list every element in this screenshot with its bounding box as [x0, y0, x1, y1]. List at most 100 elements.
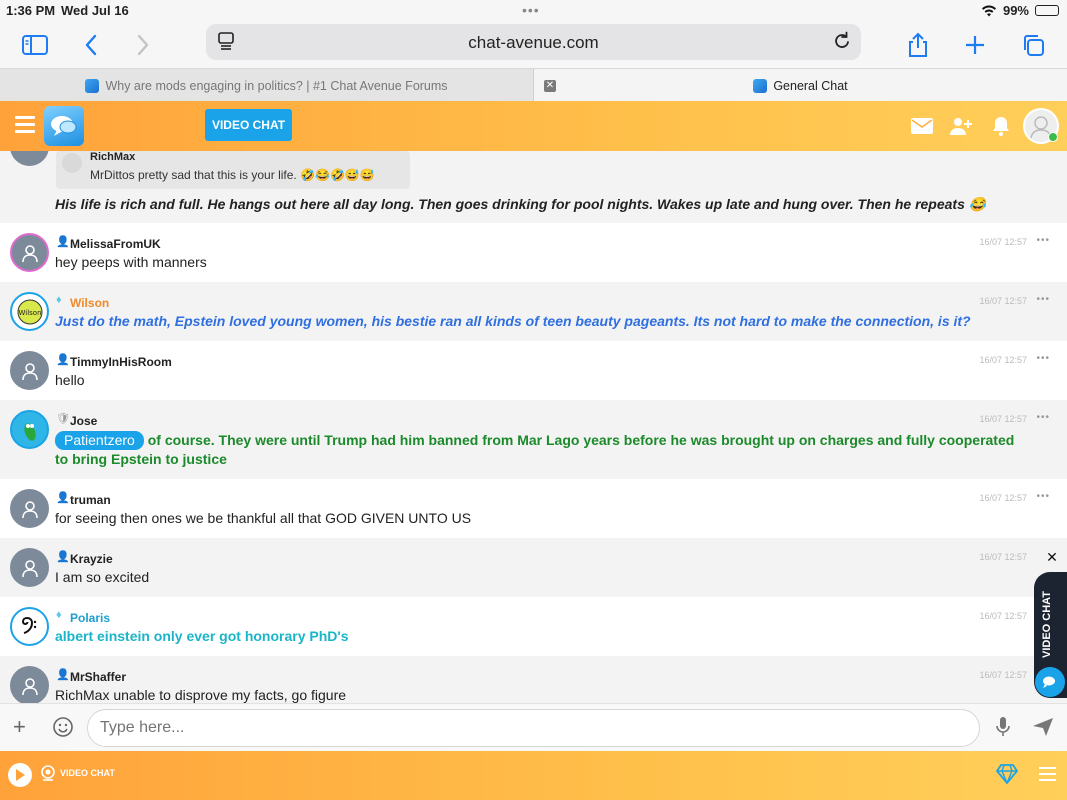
multitask-dots-icon[interactable]: •••	[522, 2, 540, 18]
more-options-icon[interactable]: •••	[1036, 491, 1050, 502]
sidebar-icon[interactable]	[20, 30, 50, 60]
user-avatar[interactable]	[1023, 108, 1059, 144]
address-bar[interactable]: chat-avenue.com	[206, 24, 861, 60]
bottom-video-chat-label: VIDEO CHAT	[60, 768, 115, 778]
status-right: 99%	[981, 3, 1059, 18]
chat-message: RichMax MrDittos pretty sad that this is…	[0, 151, 1067, 223]
close-video-tab-icon[interactable]: ✕	[1044, 549, 1060, 565]
wifi-icon	[981, 5, 996, 17]
tabs-overview-icon[interactable]	[1018, 30, 1048, 60]
user-rank-icon: 👤	[56, 492, 70, 504]
user-avatar[interactable]: Wilson	[10, 292, 49, 331]
user-avatar[interactable]	[10, 151, 49, 166]
online-status-icon	[1048, 132, 1058, 142]
quote-text: MrDittos pretty sad that this is your li…	[90, 168, 375, 182]
video-chat-side-tab[interactable]: VIDEO CHAT	[1034, 572, 1067, 698]
user-avatar[interactable]	[10, 410, 49, 449]
message-input[interactable]	[87, 709, 980, 747]
quote-username: RichMax	[90, 151, 136, 163]
user-avatar[interactable]	[10, 233, 49, 272]
video-chat-button[interactable]: VIDEO CHAT	[205, 109, 292, 141]
reload-icon[interactable]	[833, 31, 851, 56]
svg-text:Wilson: Wilson	[18, 309, 41, 317]
message-time: 16/07 12:57	[979, 414, 1027, 424]
message-text: His life is rich and full. He hangs out …	[55, 196, 987, 212]
mention-tag[interactable]: Patientzero	[55, 431, 144, 450]
message-time: 16/07 12:57	[979, 493, 1027, 503]
status-time: 1:36 PM	[6, 3, 56, 18]
more-options-icon[interactable]: •••	[1036, 353, 1050, 364]
reply-quote: RichMax MrDittos pretty sad that this is…	[56, 151, 410, 189]
user-rank-icon: 👤	[56, 551, 70, 563]
attach-plus-icon[interactable]: +	[13, 716, 26, 738]
webcam-icon	[41, 765, 55, 781]
close-tab-icon[interactable]: ✕	[544, 80, 556, 92]
message-time: 16/07 12:57	[979, 237, 1027, 247]
user-avatar[interactable]	[10, 489, 49, 528]
emoji-icon[interactable]	[52, 716, 74, 743]
play-icon[interactable]	[8, 763, 32, 787]
message-time: 16/07 12:57	[979, 611, 1027, 621]
menu-icon[interactable]	[15, 116, 35, 137]
bottom-bar: VIDEO CHAT	[0, 751, 1067, 800]
quote-avatar	[62, 153, 82, 173]
add-friend-icon[interactable]	[949, 115, 973, 137]
message-time: 16/07 12:57	[979, 296, 1027, 306]
more-options-icon[interactable]: •••	[1036, 294, 1050, 305]
user-avatar[interactable]	[10, 351, 49, 390]
username[interactable]: Krayzie	[70, 552, 113, 566]
message-time: 16/07 12:57	[979, 552, 1027, 562]
username[interactable]: Wilson	[70, 296, 109, 310]
message-time: 16/07 12:57	[979, 670, 1027, 680]
site-header: VIDEO CHAT	[0, 101, 1067, 151]
user-avatar[interactable]	[10, 666, 49, 703]
chat-message: 🛡 Jose 16/07 12:57 ••• Patientzero of co…	[0, 400, 1067, 479]
chat-message: 👤 Krayzie 16/07 12:57 I am so excited	[0, 538, 1067, 597]
tab-forums[interactable]: Why are mods engaging in politics? | #1 …	[0, 69, 533, 102]
user-avatar[interactable]	[10, 548, 49, 587]
user-rank-icon: 👤	[56, 669, 70, 681]
user-rank-icon: 👤	[56, 354, 70, 366]
diamond-icon[interactable]	[995, 764, 1019, 789]
message-text: I am so excited	[55, 569, 150, 585]
more-options-icon[interactable]: •••	[1036, 235, 1050, 246]
diamond-rank-icon: ♦	[56, 609, 62, 621]
mail-icon[interactable]	[910, 115, 934, 137]
bottom-video-chat-link[interactable]: VIDEO CHAT	[40, 765, 115, 781]
message-text: Just do the math, Epstein loved young wo…	[55, 313, 971, 329]
status-bar: 1:36 PM Wed Jul 16 ••• 99%	[0, 0, 1067, 22]
username[interactable]: MrShaffer	[70, 670, 126, 684]
user-avatar[interactable]	[10, 607, 49, 646]
chat-message: 👤 TimmyInHisRoom 16/07 12:57 ••• hello	[0, 341, 1067, 400]
username[interactable]: MelissaFromUK	[70, 237, 161, 251]
site-favicon-icon	[753, 78, 768, 93]
url-text: chat-avenue.com	[468, 33, 599, 52]
diamond-rank-icon: ♦	[56, 294, 62, 306]
back-icon[interactable]	[76, 30, 106, 60]
message-text: Patientzero of course. They were until T…	[55, 431, 1027, 469]
username[interactable]: TimmyInHisRoom	[70, 355, 172, 369]
send-icon[interactable]	[1032, 717, 1054, 742]
browser-toolbar: chat-avenue.com	[0, 22, 1067, 68]
message-text: albert einstein only ever got honorary P…	[55, 628, 349, 644]
chat-message: 👤 truman 16/07 12:57 ••• for seeing then…	[0, 479, 1067, 538]
more-options-icon[interactable]: •••	[1036, 412, 1050, 423]
message-text: RichMax unable to disprove my facts, go …	[55, 687, 347, 703]
site-logo[interactable]	[44, 106, 84, 146]
video-chat-logo-icon	[1035, 667, 1065, 697]
bottom-menu-icon[interactable]	[1039, 767, 1056, 785]
side-tab-label: VIDEO CHAT	[1041, 590, 1053, 658]
username[interactable]: Polaris	[70, 611, 110, 625]
share-icon[interactable]	[903, 30, 933, 60]
new-tab-icon[interactable]	[960, 30, 990, 60]
tab-general-chat[interactable]: General Chat	[533, 69, 1067, 102]
username[interactable]: Jose	[70, 414, 97, 428]
message-text: hey peeps with manners	[55, 254, 207, 270]
shield-rank-icon: 🛡	[56, 413, 70, 425]
notification-bell-icon[interactable]	[989, 115, 1013, 137]
microphone-icon[interactable]	[995, 716, 1011, 743]
forward-icon[interactable]	[128, 30, 158, 60]
username[interactable]: truman	[70, 493, 111, 507]
message-time: 16/07 12:57	[979, 355, 1027, 365]
chat-message: ♦ Polaris 16/07 12:57 albert einstein on…	[0, 597, 1067, 656]
